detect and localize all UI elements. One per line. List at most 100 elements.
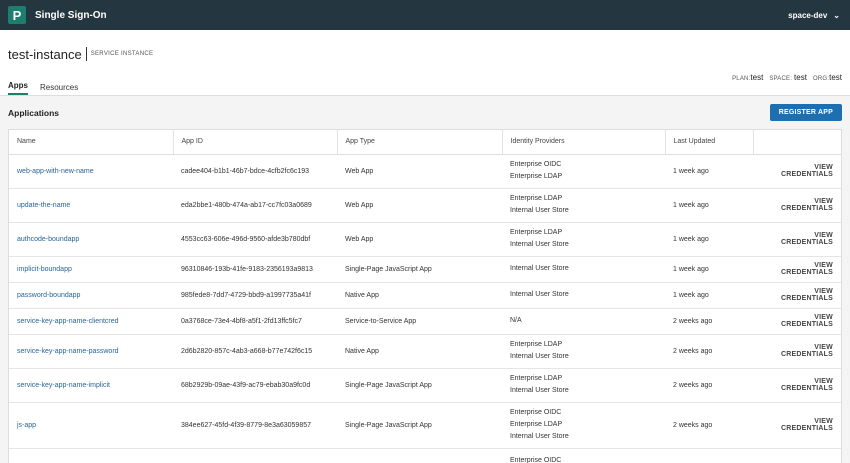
last-updated-cell: 1 week ago — [665, 154, 753, 189]
last-updated-cell — [665, 448, 753, 463]
app-type-cell: Native App — [337, 334, 502, 369]
table-row: password-boundapp 985fede8-7dd7-4729-bbd9… — [9, 282, 841, 309]
identity-provider: Enterprise LDAP — [510, 341, 563, 348]
identity-provider: Internal User Store — [510, 265, 569, 272]
identity-provider: Internal User Store — [510, 353, 569, 360]
identity-providers-cell: Internal User Store — [502, 256, 665, 283]
app-name-cell: authcode-boundapp — [9, 222, 173, 257]
column-header-name[interactable]: Name — [9, 130, 174, 155]
last-updated-cell: 2 weeks ago — [665, 368, 753, 403]
app-id-cell: cadee404-b1b1-46b7-bdce-4cfb2fc6c193 — [173, 154, 337, 189]
table-row: implicit-boundapp 96310846-193b-41fe-9183… — [9, 256, 841, 283]
app-name-link[interactable]: authcode-boundapp — [17, 236, 79, 243]
meta-space: SPACE: test — [769, 73, 807, 82]
app-name-cell — [9, 448, 173, 463]
table-row: service-key-app-name-password 2d6b2820-85… — [9, 334, 841, 369]
view-credentials-button[interactable]: VIEW CREDENTIALS — [753, 188, 841, 223]
identity-provider: Enterprise LDAP — [510, 421, 563, 428]
app-id-cell: 384ee627-45fd-4f39-8779-8e3a63059857 — [173, 402, 337, 449]
last-updated-cell: 2 weeks ago — [665, 402, 753, 449]
identity-providers-cell: Enterprise LDAP Internal User Store — [502, 222, 665, 257]
app-type-cell: Single-Page JavaScript App — [337, 368, 502, 403]
view-credentials-button[interactable]: VIEW CREDENTIALS — [753, 368, 841, 403]
identity-providers-cell: Enterprise OIDC — [502, 448, 665, 463]
app-id-cell: 2d6b2820-857c-4ab3-a668-b77e742f6c15 — [173, 334, 337, 369]
identity-provider: Enterprise LDAP — [510, 375, 563, 382]
space-selector[interactable]: space-dev ⌄ — [788, 11, 840, 20]
identity-providers-cell: Enterprise LDAP Internal User Store — [502, 368, 665, 403]
app-title: Single Sign-On — [35, 9, 107, 21]
applications-table: Name App ID App Type Identity Providers … — [8, 129, 842, 463]
instance-header: test-instance SERVICE INSTANCE PLAN:test… — [0, 30, 850, 82]
app-id-cell: 96310846-193b-41fe-9183-2356193a9813 — [173, 256, 337, 283]
column-header-app-type[interactable]: App Type — [337, 130, 503, 155]
applications-section-header: Applications REGISTER APP — [0, 96, 850, 129]
identity-provider: Enterprise LDAP — [510, 195, 563, 202]
identity-providers-cell: Enterprise OIDC Enterprise LDAP Internal U… — [502, 402, 665, 449]
title-divider — [85, 47, 87, 61]
tab-resources[interactable]: Resources — [40, 83, 78, 95]
app-id-cell: eda2bbe1-480b-474a-ab17-cc7fc03a0689 — [173, 188, 337, 223]
meta-plan: PLAN:test — [732, 73, 764, 82]
app-name-link[interactable]: service-key-app-name-clientcred — [17, 318, 119, 325]
app-name-cell: service-key-app-name-implicit — [9, 368, 173, 403]
identity-provider: N/A — [510, 317, 522, 324]
last-updated-cell: 2 weeks ago — [665, 308, 753, 335]
page-title: test-instance — [8, 46, 82, 62]
app-type-cell: Native App — [337, 282, 502, 309]
app-name-cell: web-app-with-new-name — [9, 154, 173, 189]
view-credentials-button[interactable]: VIEW CREDENTIALS — [753, 402, 841, 449]
view-credentials-button[interactable] — [753, 448, 841, 463]
view-credentials-button[interactable]: VIEW CREDENTIALS — [753, 154, 841, 189]
table-row: js-app 384ee627-45fd-4f39-8779-8e3a630598… — [9, 402, 841, 449]
table-row: Enterprise OIDC — [9, 448, 841, 463]
app-name-link[interactable]: js-app — [17, 422, 36, 429]
app-type-cell: Web App — [337, 154, 502, 189]
identity-provider: Enterprise OIDC — [510, 457, 562, 463]
last-updated-cell: 2 weeks ago — [665, 334, 753, 369]
last-updated-cell: 1 week ago — [665, 256, 753, 283]
register-app-button[interactable]: REGISTER APP — [769, 104, 842, 121]
meta-org: ORG:test — [812, 73, 842, 82]
app-id-cell — [173, 448, 337, 463]
table-row: service-key-app-name-clientcred 0a3768ce-… — [9, 308, 841, 335]
space-selector-label: space-dev — [788, 10, 828, 20]
column-header-app-id[interactable]: App ID — [173, 130, 338, 155]
app-id-cell: 985fede8-7dd7-4729-bbd9-a1997735a41f — [173, 282, 337, 309]
view-credentials-button[interactable]: VIEW CREDENTIALS — [753, 282, 841, 309]
instance-type-label: SERVICE INSTANCE — [90, 51, 154, 57]
last-updated-cell: 1 week ago — [665, 188, 753, 223]
identity-provider: Internal User Store — [510, 387, 569, 394]
identity-provider: Enterprise LDAP — [510, 229, 563, 236]
app-name-link[interactable]: implicit-boundapp — [17, 266, 72, 273]
app-type-cell — [337, 448, 502, 463]
tab-bar: Apps Resources — [0, 78, 850, 96]
app-type-cell: Service-to-Service App — [337, 308, 502, 335]
top-bar: P Single Sign-On space-dev ⌄ — [0, 0, 850, 30]
column-header-last-updated[interactable]: Last Updated — [665, 130, 754, 155]
view-credentials-button[interactable]: VIEW CREDENTIALS — [753, 256, 841, 283]
pivotal-logo-icon[interactable]: P — [8, 6, 26, 24]
app-name-link[interactable]: service-key-app-name-implicit — [17, 382, 110, 389]
app-type-cell: Single-Page JavaScript App — [337, 402, 502, 449]
app-name-link[interactable]: web-app-with-new-name — [17, 168, 94, 175]
table-row: service-key-app-name-implicit 68b2929b-09… — [9, 368, 841, 403]
identity-providers-cell: Enterprise LDAP Internal User Store — [502, 188, 665, 223]
app-name-link[interactable]: update-the-name — [17, 202, 70, 209]
last-updated-cell: 1 week ago — [665, 282, 753, 309]
app-name-link[interactable]: password-boundapp — [17, 292, 80, 299]
section-title: Applications — [8, 107, 60, 118]
view-credentials-button[interactable]: VIEW CREDENTIALS — [753, 334, 841, 369]
app-type-cell: Single-Page JavaScript App — [337, 256, 502, 283]
column-header-identity-providers[interactable]: Identity Providers — [502, 130, 666, 155]
app-name-cell: implicit-boundapp — [9, 256, 173, 283]
view-credentials-button[interactable]: VIEW CREDENTIALS — [753, 308, 841, 335]
identity-providers-cell: Enterprise LDAP Internal User Store — [502, 334, 665, 369]
identity-provider: Enterprise OIDC — [510, 161, 562, 168]
tab-apps[interactable]: Apps — [8, 81, 28, 95]
app-name-cell: update-the-name — [9, 188, 173, 223]
identity-provider: Internal User Store — [510, 291, 569, 298]
view-credentials-button[interactable]: VIEW CREDENTIALS — [753, 222, 841, 257]
app-name-link[interactable]: service-key-app-name-password — [17, 348, 119, 355]
last-updated-cell: 1 week ago — [665, 222, 753, 257]
